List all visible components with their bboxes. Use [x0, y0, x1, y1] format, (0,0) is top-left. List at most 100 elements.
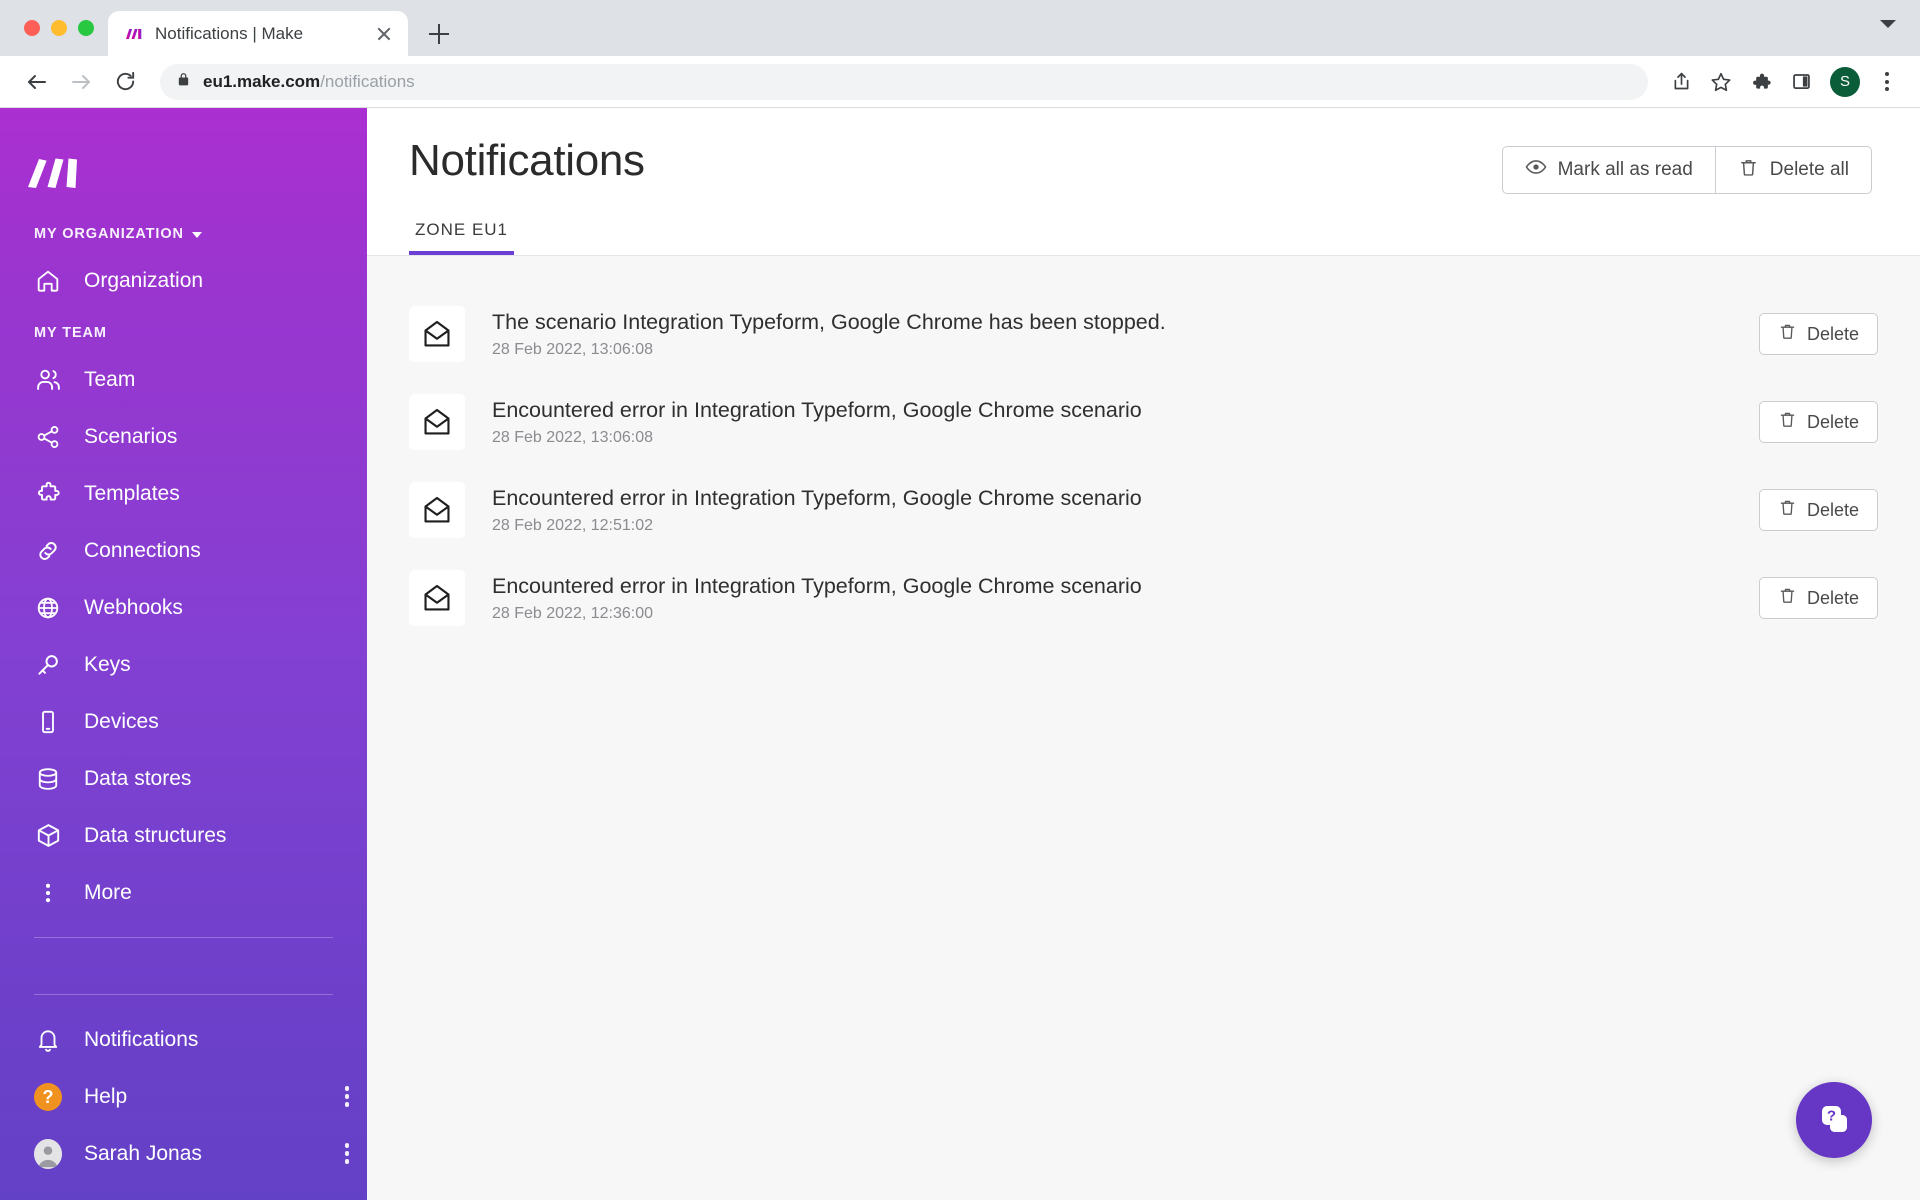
sidebar-item-organization[interactable]: Organization: [0, 252, 367, 309]
browser-profile-avatar[interactable]: S: [1830, 66, 1860, 97]
sidebar-divider-bottom: [34, 994, 333, 995]
notification-row[interactable]: Encountered error in Integration Typefor…: [409, 386, 1878, 458]
kebab-menu-icon[interactable]: [1872, 65, 1902, 99]
sidebar-item-team[interactable]: Team: [0, 351, 367, 408]
delete-notification-button[interactable]: Delete: [1758, 577, 1878, 619]
notification-row[interactable]: The scenario Integration Typeform, Googl…: [409, 298, 1878, 370]
address-bar-path: /notifications: [320, 71, 415, 91]
notification-row[interactable]: Encountered error in Integration Typefor…: [409, 474, 1878, 546]
sidebar-item-templates[interactable]: Templates: [0, 465, 367, 522]
address-bar-url: eu1.make.com/notifications: [203, 72, 415, 92]
notification-body: The scenario Integration Typeform, Googl…: [492, 309, 1732, 360]
help-options-icon[interactable]: [344, 1086, 349, 1107]
profile-options-icon[interactable]: [344, 1143, 349, 1164]
sidebar-item-more[interactable]: More: [0, 864, 367, 921]
app-sidebar: MY ORGANIZATION Organization MY TEAM Tea…: [0, 108, 367, 1200]
sidebar-item-label: More: [84, 880, 132, 904]
main-content: Notifications Mark all as read Delete al…: [367, 108, 1920, 1200]
sidebar-item-label: Data structures: [84, 823, 227, 847]
sidebar-item-scenarios[interactable]: Scenarios: [0, 408, 367, 465]
mark-all-as-read-button[interactable]: Mark all as read: [1501, 146, 1716, 194]
sidebar-item-label: Keys: [84, 652, 131, 676]
delete-all-button[interactable]: Delete all: [1715, 146, 1872, 194]
delete-notification-button[interactable]: Delete: [1758, 313, 1878, 355]
notification-timestamp: 28 Feb 2022, 13:06:08: [492, 341, 654, 359]
browser-tab[interactable]: Notifications | Make: [108, 11, 408, 56]
help-circle-icon: ?: [34, 1082, 62, 1111]
notification-body: Encountered error in Integration Typefor…: [492, 397, 1732, 448]
sidebar-item-help[interactable]: ? Help: [0, 1068, 367, 1125]
vertical-dots-icon: [34, 879, 62, 907]
sidebar-section-my-organization[interactable]: MY ORGANIZATION: [0, 226, 367, 242]
browser-window: Notifications | Make eu1.make.com/notifi…: [0, 0, 1920, 1200]
trash-icon: [1738, 157, 1759, 184]
notification-timestamp: 28 Feb 2022, 12:51:02: [492, 517, 654, 535]
notification-row[interactable]: Encountered error in Integration Typefor…: [409, 562, 1878, 634]
sidebar-item-data-structures[interactable]: Data structures: [0, 807, 367, 864]
notification-body: Encountered error in Integration Typefor…: [492, 573, 1732, 624]
open-envelope-icon: [409, 570, 465, 626]
cube-icon: [34, 822, 62, 850]
sidebar-item-label: Connections: [84, 538, 201, 562]
sidebar-item-user-profile[interactable]: Sarah Jonas: [0, 1125, 367, 1182]
make-logo-icon[interactable]: [0, 142, 367, 204]
trash-icon: [1778, 322, 1797, 346]
address-bar[interactable]: eu1.make.com/notifications: [160, 63, 1648, 100]
sidebar-item-webhooks[interactable]: Webhooks: [0, 579, 367, 636]
sidebar-item-label: Help: [84, 1084, 128, 1108]
address-bar-domain: eu1.make.com: [203, 71, 321, 91]
share-icon[interactable]: [1664, 65, 1698, 99]
chevron-down-icon[interactable]: [1880, 20, 1896, 28]
close-icon[interactable]: [372, 22, 396, 46]
arrow-right-icon[interactable]: [62, 63, 100, 101]
svg-text:?: ?: [1827, 1107, 1836, 1124]
header-action-group: Mark all as read Delete all: [1501, 146, 1872, 194]
sidebar-item-label: Sarah Jonas: [84, 1141, 202, 1165]
lock-icon: [176, 72, 191, 92]
trash-icon: [1778, 586, 1797, 610]
notification-text: Encountered error in Integration Typefor…: [492, 485, 1142, 510]
arrow-left-icon[interactable]: [18, 63, 56, 101]
mark-all-as-read-label: Mark all as read: [1557, 159, 1693, 180]
help-chat-button[interactable]: ?: [1796, 1082, 1872, 1158]
sidebar-item-notifications[interactable]: Notifications: [0, 1011, 367, 1068]
open-envelope-icon: [409, 482, 465, 538]
notification-text: Encountered error in Integration Typefor…: [492, 397, 1142, 422]
database-icon: [34, 765, 62, 793]
open-envelope-icon: [409, 306, 465, 362]
users-icon: [34, 366, 62, 394]
sidebar-section-label: MY TEAM: [34, 325, 107, 341]
sidebar-section-my-team: MY TEAM: [0, 325, 367, 341]
sidebar-item-connections[interactable]: Connections: [0, 522, 367, 579]
sidebar-item-data-stores[interactable]: Data stores: [0, 750, 367, 807]
side-panel-icon[interactable]: [1784, 65, 1818, 99]
puzzle-icon: [34, 480, 62, 508]
browser-tab-title: Notifications | Make: [155, 23, 304, 43]
minimize-window-button[interactable]: [51, 20, 67, 36]
plus-icon[interactable]: [422, 17, 456, 51]
share-nodes-icon: [34, 423, 62, 451]
reload-icon[interactable]: [106, 63, 144, 101]
puzzle-icon[interactable]: [1744, 65, 1778, 99]
browser-toolbar: eu1.make.com/notifications S: [0, 56, 1920, 108]
star-icon[interactable]: [1704, 65, 1738, 99]
delete-notification-label: Delete: [1806, 499, 1859, 520]
notification-body: Encountered error in Integration Typefor…: [492, 485, 1732, 536]
delete-notification-button[interactable]: Delete: [1758, 401, 1878, 443]
mobile-icon: [34, 708, 62, 736]
close-window-button[interactable]: [24, 20, 40, 36]
sidebar-item-keys[interactable]: Keys: [0, 636, 367, 693]
delete-notification-label: Delete: [1806, 587, 1859, 608]
open-envelope-icon: [409, 394, 465, 450]
notification-timestamp: 28 Feb 2022, 12:36:00: [492, 605, 654, 623]
sidebar-item-devices[interactable]: Devices: [0, 693, 367, 750]
page-viewport: MY ORGANIZATION Organization MY TEAM Tea…: [0, 108, 1920, 1200]
tab-zone-eu1[interactable]: ZONE EU1: [409, 220, 515, 255]
window-traffic-lights: [18, 0, 108, 56]
maximize-window-button[interactable]: [78, 20, 94, 36]
trash-icon: [1778, 410, 1797, 434]
delete-all-label: Delete all: [1769, 159, 1849, 180]
make-logo-icon: [124, 24, 144, 44]
sidebar-item-label: Templates: [84, 481, 180, 505]
delete-notification-button[interactable]: Delete: [1758, 489, 1878, 531]
